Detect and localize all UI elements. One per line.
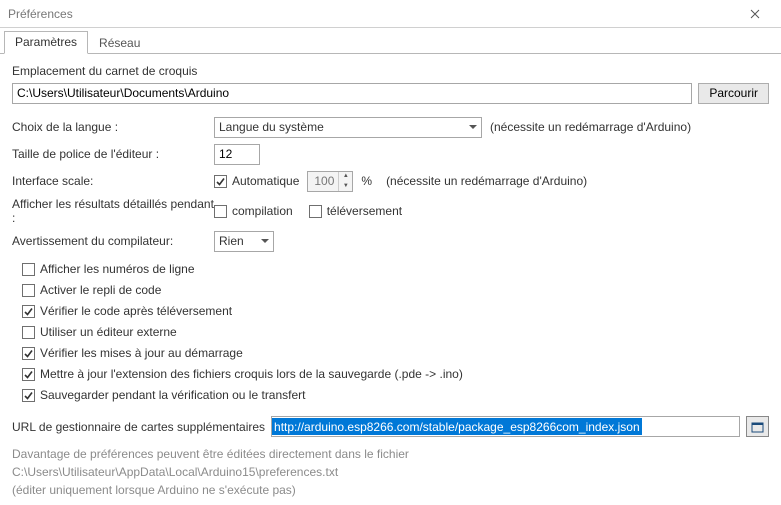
interface-scale-auto-checkbox[interactable]: Automatique: [214, 174, 299, 188]
verbose-upload-checkbox[interactable]: téléversement: [309, 204, 402, 218]
boards-url-row: URL de gestionnaire de cartes supplément…: [12, 416, 769, 437]
browse-button[interactable]: Parcourir: [698, 83, 769, 104]
boards-url-expand-button[interactable]: [746, 416, 769, 437]
boards-url-input[interactable]: http://arduino.esp8266.com/stable/packag…: [271, 416, 740, 437]
footnotes: Davantage de préférences peuvent être éd…: [12, 445, 769, 499]
compiler-warning-select[interactable]: Rien: [214, 231, 274, 252]
option-external-editor-label: Utiliser un éditeur externe: [40, 325, 177, 339]
title-bar: Préférences: [0, 0, 781, 28]
interface-scale-unit: %: [361, 174, 372, 188]
footnote-line3: (éditer uniquement lorsque Arduino ne s'…: [12, 481, 769, 499]
option-line-numbers[interactable]: Afficher les numéros de ligne: [22, 262, 769, 276]
tab-network[interactable]: Réseau: [88, 32, 151, 54]
compiler-warning-value: Rien: [219, 234, 244, 248]
option-update-extension-label: Mettre à jour l'extension des fichiers c…: [40, 367, 463, 381]
language-hint: (nécessite un redémarrage d'Arduino): [490, 120, 691, 134]
option-save-on-verify[interactable]: Sauvegarder pendant la vérification ou l…: [22, 388, 769, 402]
window-icon: [751, 420, 764, 433]
chevron-down-icon: [261, 239, 269, 243]
settings-grid: Choix de la langue : Langue du système (…: [12, 116, 769, 252]
option-save-on-verify-label: Sauvegarder pendant la vérification ou l…: [40, 388, 306, 402]
sketchbook-row: Parcourir: [12, 82, 769, 104]
sketchbook-path-input[interactable]: [12, 83, 692, 104]
interface-scale-spinner[interactable]: 100 ▲▼: [307, 171, 353, 192]
interface-scale-label: Interface scale:: [12, 174, 214, 188]
option-external-editor[interactable]: Utiliser un éditeur externe: [22, 325, 769, 339]
verbose-compilation-label: compilation: [232, 204, 293, 218]
options-list: Afficher les numéros de ligne Activer le…: [12, 262, 769, 402]
verbose-label: Afficher les résultats détaillés pendant…: [12, 197, 214, 225]
language-select-value: Langue du système: [219, 120, 324, 134]
chevron-down-icon: [469, 125, 477, 129]
option-check-updates-label: Vérifier les mises à jour au démarrage: [40, 346, 243, 360]
option-line-numbers-label: Afficher les numéros de ligne: [40, 262, 195, 276]
editor-font-input[interactable]: [214, 144, 260, 165]
interface-scale-auto-label: Automatique: [232, 174, 299, 188]
footnote-line1: Davantage de préférences peuvent être éd…: [12, 445, 769, 463]
window-title: Préférences: [8, 7, 735, 21]
language-label: Choix de la langue :: [12, 120, 214, 134]
verbose-upload-label: téléversement: [327, 204, 402, 218]
close-icon: [750, 9, 760, 19]
option-code-folding-label: Activer le repli de code: [40, 283, 161, 297]
option-check-updates[interactable]: Vérifier les mises à jour au démarrage: [22, 346, 769, 360]
compiler-warning-label: Avertissement du compilateur:: [12, 234, 214, 248]
interface-scale-hint: (nécessite un redémarrage d'Arduino): [386, 174, 587, 188]
spinner-arrows[interactable]: ▲▼: [338, 172, 352, 191]
option-update-extension[interactable]: Mettre à jour l'extension des fichiers c…: [22, 367, 769, 381]
close-button[interactable]: [735, 4, 775, 24]
sketchbook-label: Emplacement du carnet de croquis: [12, 64, 769, 78]
boards-url-label: URL de gestionnaire de cartes supplément…: [12, 420, 265, 434]
tab-settings[interactable]: Paramètres: [4, 31, 88, 54]
interface-scale-value: 100: [308, 174, 338, 188]
verbose-compilation-checkbox[interactable]: compilation: [214, 204, 293, 218]
editor-font-label: Taille de police de l'éditeur :: [12, 147, 214, 161]
option-code-folding[interactable]: Activer le repli de code: [22, 283, 769, 297]
boards-url-value: http://arduino.esp8266.com/stable/packag…: [272, 418, 642, 435]
tab-strip: Paramètres Réseau: [0, 28, 781, 54]
option-verify-after-upload-label: Vérifier le code après téléversement: [40, 304, 232, 318]
settings-panel: Emplacement du carnet de croquis Parcour…: [0, 54, 781, 505]
footnote-line2: C:\Users\Utilisateur\AppData\Local\Ardui…: [12, 463, 769, 481]
option-verify-after-upload[interactable]: Vérifier le code après téléversement: [22, 304, 769, 318]
language-select[interactable]: Langue du système: [214, 117, 482, 138]
